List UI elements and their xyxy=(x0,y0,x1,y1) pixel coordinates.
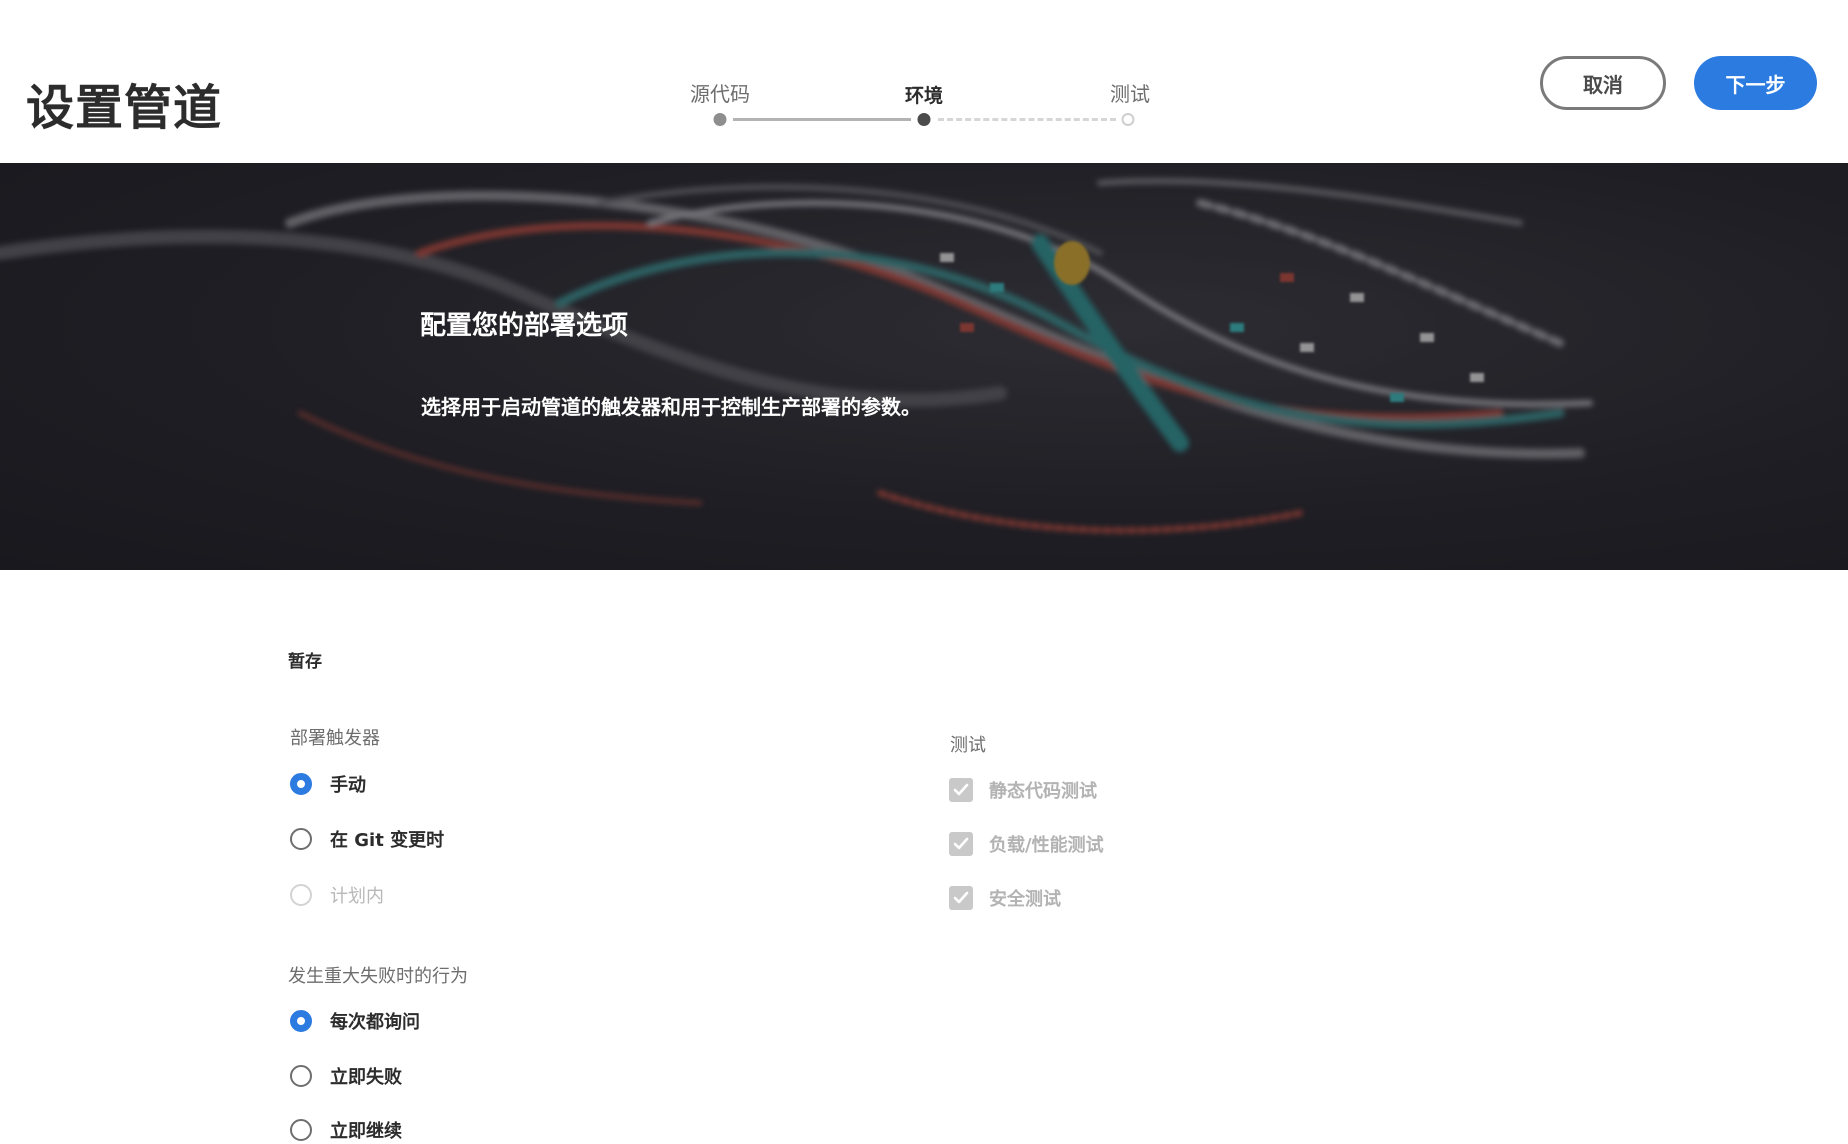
checkbox-checked-icon xyxy=(949,832,973,856)
radio-button[interactable] xyxy=(290,1119,312,1141)
failure-option-label: 立即失败 xyxy=(330,1067,402,1088)
failure-option-continue[interactable]: 立即继续 xyxy=(290,1117,402,1143)
radio-button[interactable] xyxy=(290,1010,312,1032)
failure-option-label: 每次都询问 xyxy=(330,1012,420,1033)
step-dot-source xyxy=(713,113,727,126)
radio-button[interactable] xyxy=(290,1065,312,1087)
pipeline-setup-page: 设置管道 源代码 环境 测试 取消 下一步 配置您的部署选项 选择用于启动管道的… xyxy=(0,0,1848,1144)
test-item-label: 负载/性能测试 xyxy=(989,835,1104,856)
step-label-source: 源代码 xyxy=(690,82,750,106)
step-dot-test xyxy=(1121,113,1135,126)
step-connector-pending xyxy=(938,118,1116,121)
next-button[interactable]: 下一步 xyxy=(1694,56,1817,110)
tests-label: 测试 xyxy=(950,735,986,756)
trigger-option-git-change[interactable]: 在 Git 变更时 xyxy=(290,826,444,852)
step-dot-environment xyxy=(917,113,931,126)
test-item-label: 静态代码测试 xyxy=(989,781,1097,802)
cancel-button[interactable]: 取消 xyxy=(1540,56,1666,110)
hero-title: 配置您的部署选项 xyxy=(420,311,629,341)
failure-option-label: 立即继续 xyxy=(330,1121,402,1142)
radio-button[interactable] xyxy=(290,828,312,850)
radio-button[interactable] xyxy=(290,773,312,795)
stage-heading: 暂存 xyxy=(288,652,322,672)
page-title: 设置管道 xyxy=(26,80,223,136)
hero-subtitle: 选择用于启动管道的触发器和用于控制生产部署的参数。 xyxy=(421,395,921,419)
trigger-option-label: 手动 xyxy=(330,775,366,796)
trigger-option-label: 在 Git 变更时 xyxy=(330,830,445,851)
test-item-static-code: 静态代码测试 xyxy=(949,777,1097,803)
step-label-environment: 环境 xyxy=(904,85,944,107)
trigger-option-scheduled: 计划内 xyxy=(290,882,384,908)
test-item-label: 安全测试 xyxy=(989,889,1061,910)
failure-option-fail[interactable]: 立即失败 xyxy=(290,1063,402,1089)
progress-stepper: 源代码 环境 测试 xyxy=(690,72,1170,132)
trigger-option-manual[interactable]: 手动 xyxy=(290,771,366,797)
radio-button xyxy=(290,884,312,906)
test-item-security: 安全测试 xyxy=(949,885,1061,911)
step-connector-complete xyxy=(733,118,911,121)
step-label-test: 测试 xyxy=(1110,82,1150,106)
failure-behavior-label: 发生重大失败时的行为 xyxy=(288,966,468,987)
header: 设置管道 源代码 环境 测试 取消 下一步 xyxy=(0,0,1848,163)
test-item-load-performance: 负载/性能测试 xyxy=(949,831,1104,857)
checkbox-checked-icon xyxy=(949,886,973,910)
deploy-trigger-label: 部署触发器 xyxy=(290,728,380,749)
failure-option-ask[interactable]: 每次都询问 xyxy=(290,1008,420,1034)
trigger-option-label: 计划内 xyxy=(330,886,384,907)
hero-overlay xyxy=(0,163,1848,570)
checkbox-checked-icon xyxy=(949,778,973,802)
hero-banner: 配置您的部署选项 选择用于启动管道的触发器和用于控制生产部署的参数。 xyxy=(0,163,1848,570)
